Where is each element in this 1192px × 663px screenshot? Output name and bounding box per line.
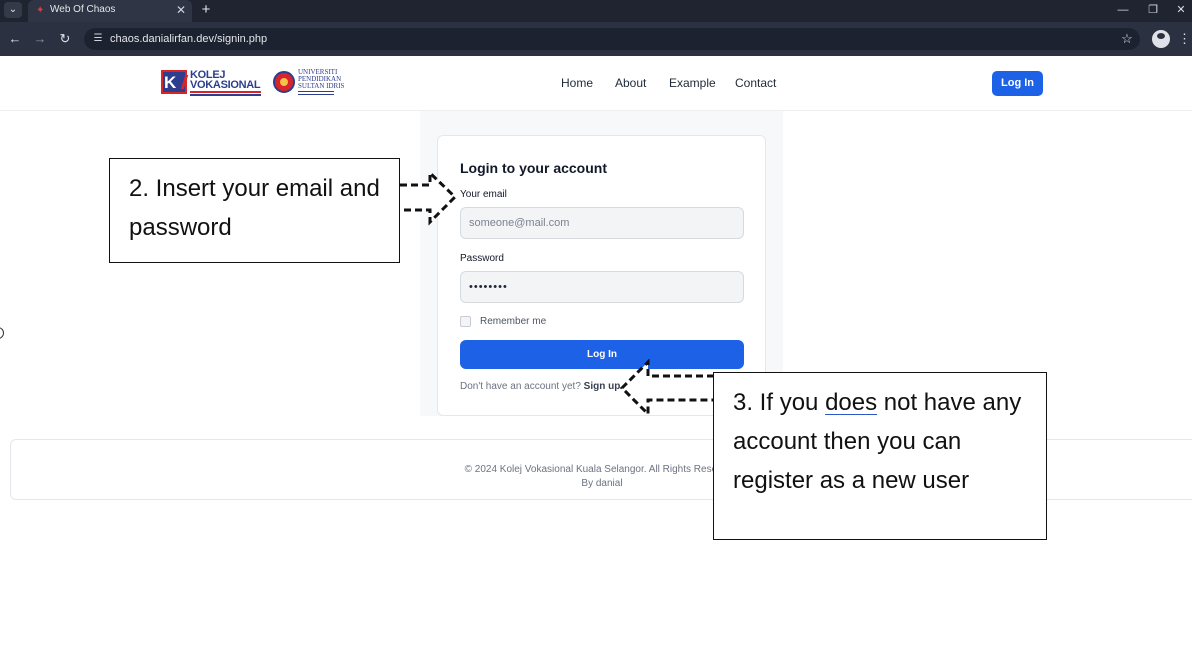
nav-about[interactable]: About (615, 76, 646, 90)
signup-row: Don't have an account yet? Sign up (460, 381, 620, 392)
upsi-seal-icon (273, 71, 295, 93)
annotation-step-2-text: 2. Insert your email and password (129, 175, 380, 241)
forward-icon[interactable]: → (31, 30, 49, 48)
remember-me-checkbox[interactable] (460, 316, 471, 327)
kolej-vokasional-logo[interactable]: KOLEJ VOKASIONAL (161, 70, 263, 98)
site-header: KOLEJ VOKASIONAL UNIVERSITI PENDIDIKAN S… (0, 56, 1192, 111)
nav-contact[interactable]: Contact (735, 76, 776, 90)
browser-toolbar: ← → ↻ ☰ chaos.danialirfan.dev/signin.php… (0, 22, 1192, 56)
favicon-icon: ✦ (36, 5, 45, 16)
left-arrow-annotation (619, 359, 714, 417)
annotation-step-3-underlined: does (825, 389, 878, 416)
kv-logo-stripe-red (190, 91, 261, 93)
email-field[interactable] (460, 207, 744, 239)
minimize-icon[interactable]: — (1112, 2, 1134, 18)
menu-icon[interactable]: ⋮ (1178, 30, 1191, 48)
kv-logo-mark (161, 70, 187, 94)
url-text[interactable]: chaos.danialirfan.dev/signin.php (110, 33, 267, 45)
tab-title: Web Of Chaos (50, 4, 116, 15)
reload-icon[interactable]: ↻ (56, 30, 74, 48)
header-login-button[interactable]: Log In (992, 71, 1043, 96)
kv-logo-stripe-blue (190, 94, 261, 96)
annotation-step-2: 2. Insert your email and password (109, 158, 400, 263)
password-label: Password (460, 253, 504, 264)
nav-home[interactable]: Home (561, 76, 593, 90)
signup-prompt: Don't have an account yet? (460, 381, 581, 392)
upsi-logo-text: UNIVERSITI PENDIDIKAN SULTAN IDRIS (298, 69, 344, 90)
tab-search-icon[interactable]: ⌄ (4, 2, 22, 18)
edge-fragment (0, 327, 4, 339)
back-icon[interactable]: ← (6, 30, 24, 48)
password-field[interactable]: •••••••• (460, 271, 744, 303)
browser-tab[interactable]: ✦ Web Of Chaos ✕ (28, 0, 192, 22)
profile-icon[interactable] (1152, 30, 1170, 48)
new-tab-plus-icon[interactable]: + (198, 1, 214, 19)
login-title: Login to your account (460, 160, 607, 176)
address-bar[interactable]: ☰ chaos.danialirfan.dev/signin.php ☆ (84, 28, 1140, 50)
upsi-line3: SULTAN IDRIS (298, 82, 345, 90)
right-arrow-annotation (400, 170, 458, 226)
annotation-step-3-text-a: 3. If you (733, 389, 826, 416)
star-icon[interactable]: ☆ (1118, 30, 1136, 48)
close-window-icon[interactable]: ✕ (1170, 2, 1192, 18)
upsi-logo-underline (298, 91, 334, 95)
annotation-step-3: 3. If you does not have any account then… (713, 372, 1047, 540)
signup-link[interactable]: Sign up (584, 381, 621, 392)
site-info-icon[interactable]: ☰ (90, 31, 106, 47)
remember-me-label[interactable]: Remember me (480, 316, 546, 327)
email-label: Your email (460, 189, 507, 200)
browser-tab-bar: ⌄ ✦ Web Of Chaos ✕ + — ❐ ✕ (0, 0, 1192, 22)
restore-icon[interactable]: ❐ (1142, 2, 1164, 18)
tab-close-icon[interactable]: ✕ (174, 3, 188, 17)
kv-logo-line2: VOKASIONAL (190, 79, 261, 91)
upsi-logo[interactable]: UNIVERSITI PENDIDIKAN SULTAN IDRIS (273, 69, 344, 99)
nav-example[interactable]: Example (669, 76, 716, 90)
